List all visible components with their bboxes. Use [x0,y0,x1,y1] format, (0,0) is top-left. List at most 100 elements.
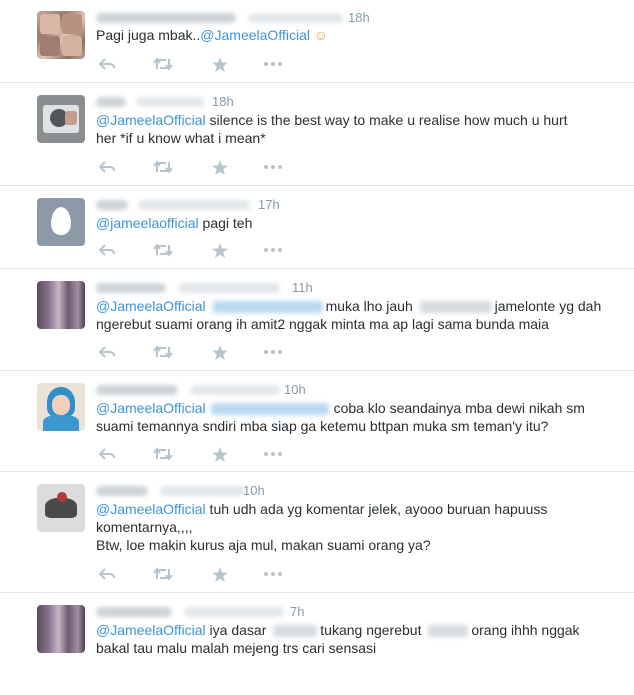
avatar[interactable] [37,11,85,59]
author-name[interactable] [96,485,148,496]
author-name[interactable] [96,12,236,23]
author-handle[interactable] [135,96,204,107]
tweet-2: 18h @JameelaOfficial silence is the best… [0,83,634,186]
retweet-icon[interactable] [152,446,174,462]
tweet-5: 10h @JameelaOfficial coba klo seandainya… [0,371,634,472]
tweet-time[interactable]: 18h [212,94,234,109]
tweet-text: @jameelaofficial pagi teh [96,214,606,232]
text-segment: ngerebut suami orang ih amit2 nggak mint… [96,316,549,332]
more-icon[interactable] [262,242,284,258]
tweet-6: 10h @JameelaOfficial tuh udh ada yg kome… [0,472,634,593]
egg-icon [51,207,71,235]
more-icon[interactable] [262,566,284,582]
more-icon[interactable] [262,56,284,72]
retweet-icon[interactable] [152,566,174,582]
mention-link[interactable]: @JameelaOfficial [96,112,206,128]
text-segment: komentarnya,,,, [96,519,193,535]
tweet-header[interactable] [96,603,284,619]
text-segment: tukang ngerebut [320,622,422,638]
favorite-icon[interactable] [209,566,231,582]
reply-icon[interactable] [96,242,118,258]
text-segment: coba klo seandainya mba dewi nikah sm [333,400,585,416]
author-name[interactable] [96,199,128,210]
favorite-icon[interactable] [209,446,231,462]
tweet-text: @JameelaOfficial muka lho jauh jamelonte… [96,297,606,333]
author-handle[interactable] [177,282,280,293]
text-segment: silence is the best way to make u realis… [205,112,568,128]
avatar[interactable] [37,198,85,246]
tweet-time[interactable]: 18h [348,10,370,25]
author-name[interactable] [96,282,166,293]
mention-link[interactable]: @JameelaOfficial [96,501,206,517]
avatar[interactable] [37,484,85,532]
reply-icon[interactable] [96,56,118,72]
reply-icon[interactable] [96,566,118,582]
more-icon[interactable] [262,446,284,462]
favorite-icon[interactable] [209,242,231,258]
tweet-header[interactable] [96,381,280,397]
more-icon[interactable] [262,159,284,175]
tweet-time[interactable]: 10h [284,382,306,397]
author-handle[interactable] [137,199,250,210]
tweet-text: @JameelaOfficial silence is the best way… [96,111,606,147]
redacted-text [273,625,318,638]
retweet-icon[interactable] [152,56,174,72]
tweet-header[interactable] [96,279,280,295]
text-segment: iya dasar [205,622,267,638]
author-handle[interactable] [159,485,245,496]
favorite-icon[interactable] [209,159,231,175]
text-segment: tuh udh ada yg komentar jelek, ayooo bur… [205,501,548,517]
mention-link[interactable]: @jameelaofficial [96,215,199,231]
mention-link[interactable]: @JameelaOfficial [96,298,206,314]
text-segment: orang ihhh nggak [471,622,580,638]
tweet-4: 11h @JameelaOfficial muka lho jauh jamel… [0,269,634,371]
more-icon[interactable] [262,344,284,360]
tweet-1: 18h Pagi juga mbak..@JameelaOfficial ☺ [0,0,634,83]
tweet-time[interactable]: 11h [292,280,313,295]
tweet-time[interactable]: 7h [290,604,304,619]
emoji: ☺ [309,27,329,43]
author-name[interactable] [96,606,172,617]
text-segment: Pagi juga mbak.. [96,27,201,43]
tweet-header[interactable] [96,196,250,212]
avatar[interactable] [37,95,85,143]
avatar[interactable] [37,605,85,653]
tweet-time[interactable]: 10h [243,483,265,498]
tweet-3: 17h @jameelaofficial pagi teh [0,186,634,269]
author-name[interactable] [96,384,178,395]
tweet-header[interactable] [96,9,343,25]
mention-link[interactable]: @JameelaOfficial [200,27,310,43]
author-name[interactable] [96,96,126,107]
retweet-icon[interactable] [152,344,174,360]
tweet-header[interactable] [96,93,204,109]
tweet-header[interactable] [96,482,245,498]
retweet-icon[interactable] [152,159,174,175]
author-handle[interactable] [189,384,280,395]
tweet-text: @JameelaOfficial iya dasar tukang ngereb… [96,621,606,657]
text-segment: bakal tau malu malah mejeng trs cari sen… [96,640,377,656]
reply-icon[interactable] [96,446,118,462]
redacted-text [419,301,492,314]
retweet-icon[interactable] [152,242,174,258]
author-handle[interactable] [247,12,343,23]
text-segment: Btw, loe makin kurus aja mul, makan suam… [96,537,431,553]
reply-icon[interactable] [96,344,118,360]
tweet-text: @JameelaOfficial tuh udh ada yg komentar… [96,500,606,554]
author-handle[interactable] [183,606,284,617]
mention-link[interactable]: @JameelaOfficial [96,622,206,638]
reply-icon[interactable] [96,159,118,175]
tweet-time[interactable]: 17h [258,197,280,212]
tweet-7: 7h @JameelaOfficial iya dasar tukang nge… [0,593,634,695]
text-segment: muka lho jauh [325,298,413,314]
favorite-icon[interactable] [209,56,231,72]
text-segment: pagi teh [198,215,253,231]
tweet-text: @JameelaOfficial coba klo seandainya mba… [96,399,606,435]
mention-link[interactable]: @JameelaOfficial [96,400,206,416]
favorite-icon[interactable] [209,344,231,360]
avatar[interactable] [37,383,85,431]
avatar[interactable] [37,281,85,329]
text-segment: her *if u know what i mean* [96,130,266,146]
redacted-mention [210,403,329,416]
text-segment: jamelonte yg dah [494,298,602,314]
text-segment: suami temannya sndiri mba siap ga ketemu… [96,418,549,434]
